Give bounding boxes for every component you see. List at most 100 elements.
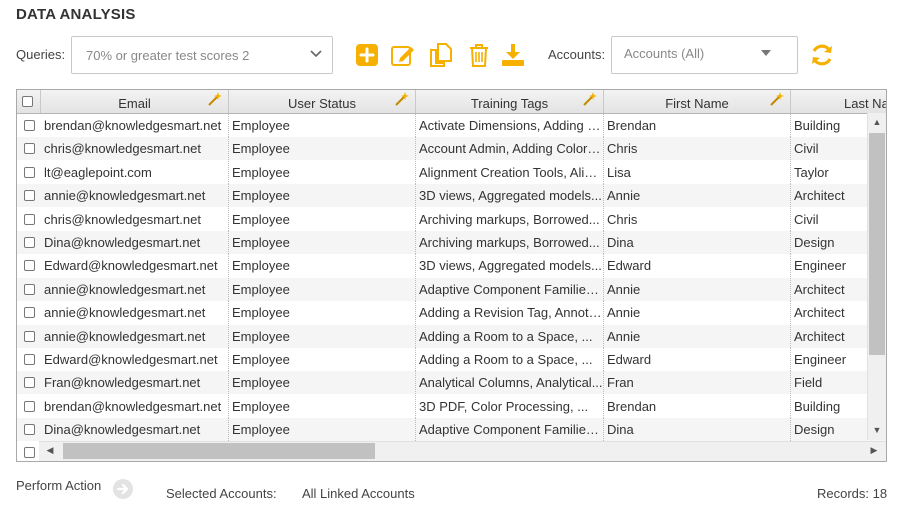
first-name-cell: Dina: [604, 418, 791, 442]
vertical-scroll-thumb[interactable]: [869, 133, 885, 355]
accounts-select-value: Accounts (All): [624, 46, 705, 61]
column-header-label: User Status: [288, 96, 356, 111]
refresh-icon: [812, 44, 832, 66]
email-cell: chris@knowledgesmart.net: [41, 137, 229, 161]
grid-header: Email User Status Training Tags First Na…: [17, 90, 886, 114]
table-row[interactable]: Dina@knowledgesmart.net Employee Archiving…: [17, 231, 886, 254]
row-checkbox[interactable]: [24, 354, 35, 365]
email-cell: brendan@knowledgesmart.net: [41, 394, 229, 418]
training-tags-cell: Archiving markups, Borrowed...: [416, 231, 604, 254]
first-name-cell: Edward: [604, 254, 791, 278]
first-name-cell: Chris: [604, 137, 791, 161]
edit-query-button[interactable]: [390, 42, 416, 68]
column-header-training-tags[interactable]: Training Tags: [416, 90, 604, 113]
download-button[interactable]: [500, 42, 526, 68]
table-row[interactable]: Edward@knowledgesmart.net Employee 3D view…: [17, 254, 886, 278]
table-row[interactable]: lt@eaglepoint.com Employee Alignment Creat…: [17, 160, 886, 184]
row-checkbox[interactable]: [24, 330, 35, 342]
add-query-button[interactable]: [354, 42, 380, 68]
select-all-cell: [17, 90, 41, 113]
table-row[interactable]: annie@knowledgesmart.net Employee Adding a…: [17, 301, 886, 325]
row-checkbox[interactable]: [24, 424, 35, 436]
scroll-right-icon[interactable]: ▶: [865, 445, 883, 456]
row-checkbox[interactable]: [24, 237, 35, 248]
queries-select[interactable]: 70% or greater test scores 2: [71, 36, 333, 74]
column-header-email[interactable]: Email: [41, 90, 229, 113]
email-cell: chris@knowledgesmart.net: [41, 207, 229, 231]
row-checkbox[interactable]: [24, 400, 35, 412]
queries-label: Queries:: [16, 47, 66, 62]
column-header-last-name[interactable]: Last Name: [791, 90, 886, 113]
table-row[interactable]: Edward@knowledgesmart.net Employee Adding …: [17, 348, 886, 371]
first-name-cell: Annie: [604, 324, 791, 348]
row-checkbox[interactable]: [24, 143, 35, 155]
delete-icon: [470, 44, 488, 67]
scroll-left-icon[interactable]: ◀: [41, 445, 59, 456]
table-row[interactable]: brendan@knowledgesmart.net Employee Activa…: [17, 114, 886, 137]
table-row[interactable]: brendan@knowledgesmart.net Employee 3D PDF…: [17, 394, 886, 418]
column-header-user-status[interactable]: User Status: [229, 90, 416, 113]
user-status-cell: Employee: [229, 160, 416, 184]
vertical-scrollbar[interactable]: ▲ ▼: [867, 113, 886, 440]
horizontal-scrollbar[interactable]: ◀ ▶: [39, 441, 886, 461]
email-cell: Dina@knowledgesmart.net: [41, 231, 229, 254]
magic-wand-icon[interactable]: [770, 92, 784, 106]
refresh-button[interactable]: [809, 42, 835, 68]
table-row[interactable]: annie@knowledgesmart.net Employee 3D views…: [17, 184, 886, 208]
first-name-cell: Lisa: [604, 160, 791, 184]
user-status-cell: Employee: [229, 277, 416, 301]
column-header-label: First Name: [665, 96, 729, 111]
table-row[interactable]: chris@knowledgesmart.net Employee Archivin…: [17, 207, 886, 231]
table-row[interactable]: annie@knowledgesmart.net Employee Adaptive…: [17, 277, 886, 301]
row-checkbox[interactable]: [24, 213, 35, 225]
first-name-cell: Chris: [604, 207, 791, 231]
training-tags-cell: Archiving markups, Borrowed...: [416, 207, 604, 231]
email-cell: annie@knowledgesmart.net: [41, 184, 229, 208]
footer-row-checkbox[interactable]: [24, 447, 35, 458]
table-row[interactable]: Fran@knowledgesmart.net Employee Analytica…: [17, 371, 886, 395]
training-tags-cell: 3D views, Aggregated models...: [416, 254, 604, 278]
column-header-first-name[interactable]: First Name: [604, 90, 791, 113]
user-status-cell: Employee: [229, 254, 416, 278]
toolbar: Queries: 70% or greater test scores 2 Ac…: [16, 36, 896, 74]
select-all-checkbox[interactable]: [22, 96, 33, 107]
data-grid: Email User Status Training Tags First Na…: [16, 89, 887, 462]
accounts-select[interactable]: Accounts (All): [611, 36, 798, 74]
delete-query-button[interactable]: [466, 42, 492, 68]
row-checkbox[interactable]: [24, 377, 35, 389]
table-row[interactable]: chris@knowledgesmart.net Employee Account …: [17, 137, 886, 161]
email-cell: annie@knowledgesmart.net: [41, 277, 229, 301]
magic-wand-icon[interactable]: [208, 92, 222, 106]
training-tags-cell: Activate Dimensions, Adding a...: [416, 114, 604, 137]
caret-down-icon: [761, 36, 771, 70]
row-checkbox[interactable]: [24, 190, 35, 202]
copy-icon: [430, 43, 452, 67]
row-checkbox[interactable]: [24, 283, 35, 295]
download-icon: [502, 44, 524, 66]
copy-query-button[interactable]: [428, 42, 454, 68]
horizontal-scroll-thumb[interactable]: [63, 443, 375, 459]
row-checkbox[interactable]: [24, 307, 35, 319]
scroll-down-icon[interactable]: ▼: [868, 425, 886, 435]
user-status-cell: Employee: [229, 348, 416, 371]
arrow-right-circle-icon[interactable]: [112, 478, 134, 500]
training-tags-cell: Adding a Room to a Space, ...: [416, 324, 604, 348]
row-checkbox[interactable]: [24, 120, 35, 131]
add-icon: [356, 44, 378, 66]
perform-action-label[interactable]: Perform Action: [16, 478, 101, 493]
magic-wand-icon[interactable]: [395, 92, 409, 106]
magic-wand-icon[interactable]: [583, 92, 597, 106]
column-header-label: Email: [118, 96, 151, 111]
training-tags-cell: Adding a Revision Tag, Annota...: [416, 301, 604, 325]
row-checkbox[interactable]: [24, 260, 35, 272]
row-checkbox[interactable]: [24, 166, 35, 178]
training-tags-cell: Analytical Columns, Analytical...: [416, 371, 604, 395]
chevron-down-icon: [310, 36, 322, 74]
first-name-cell: Annie: [604, 301, 791, 325]
scroll-up-icon[interactable]: ▲: [868, 117, 886, 127]
page-title: DATA ANALYSIS: [16, 6, 136, 23]
table-row[interactable]: Dina@knowledgesmart.net Employee Adaptive …: [17, 418, 886, 442]
training-tags-cell: Alignment Creation Tools, Align...: [416, 160, 604, 184]
first-name-cell: Dina: [604, 231, 791, 254]
table-row[interactable]: annie@knowledgesmart.net Employee Adding a…: [17, 324, 886, 348]
